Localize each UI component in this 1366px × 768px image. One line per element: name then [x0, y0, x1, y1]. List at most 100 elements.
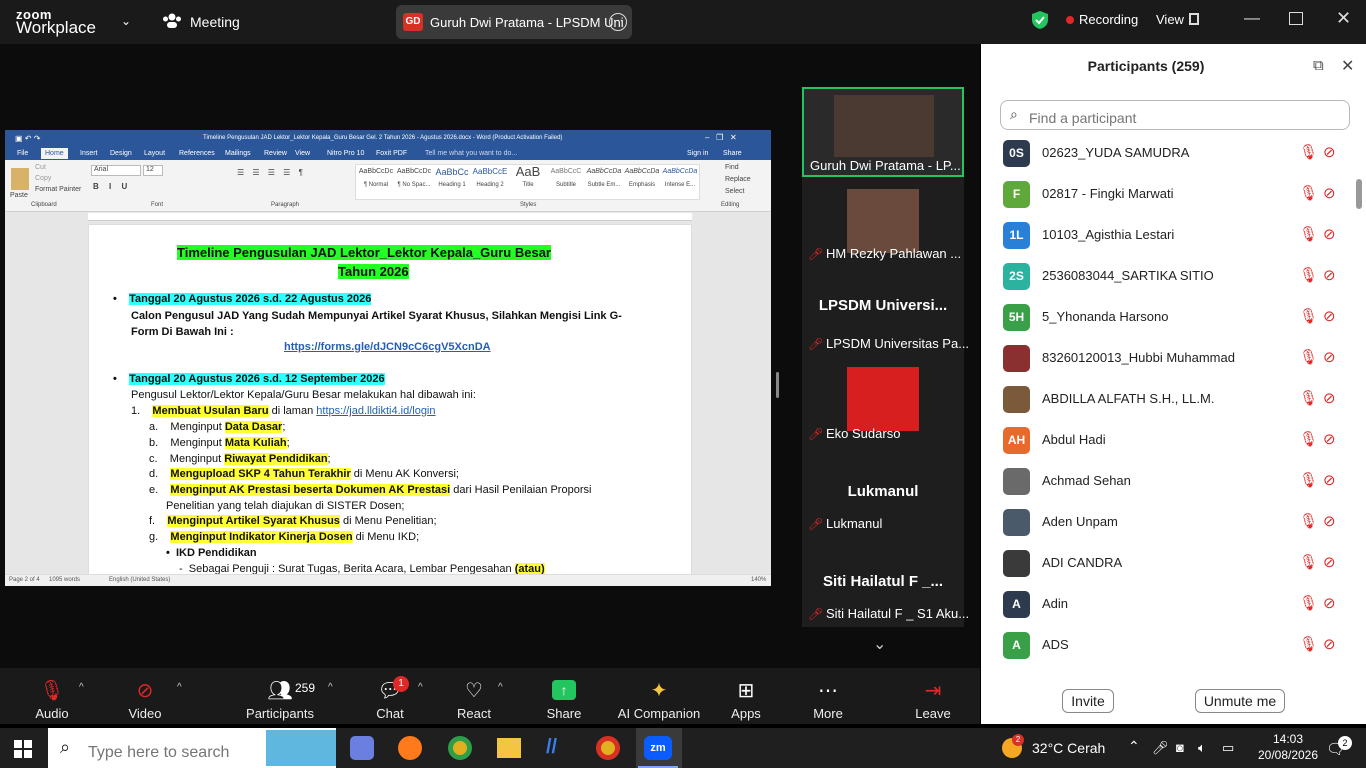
weather-label[interactable]: 32°C Cerah	[1032, 740, 1105, 756]
video-off-icon[interactable]: ⊘	[1323, 348, 1336, 366]
mic-muted-icon[interactable]: 🎙︎	[1299, 266, 1318, 284]
react-options-caret-icon[interactable]: ^	[498, 682, 503, 693]
tray-chevron-icon[interactable]: ⌃	[1128, 738, 1140, 755]
chevron-down-icon[interactable]: ⌄	[121, 14, 131, 28]
audio-options-caret-icon[interactable]: ^	[79, 682, 84, 693]
zoom-workplace-label[interactable]: Workplace	[16, 18, 96, 38]
audio-button[interactable]: 🎙︎ Audio	[12, 668, 92, 724]
file-explorer-icon[interactable]	[497, 738, 521, 758]
video-off-icon[interactable]: ⊘	[1323, 143, 1336, 161]
word-copy: Copy	[35, 175, 52, 182]
close-panel-icon[interactable]: ✕	[1341, 56, 1354, 76]
participant-row[interactable]: Achmad Sehan 🎙︎ ⊘	[981, 460, 1366, 501]
copilot-icon[interactable]	[350, 736, 374, 760]
participant-row[interactable]: Aden Unpam 🎙︎ ⊘	[981, 501, 1366, 542]
mic-muted-icon[interactable]: 🎙︎	[1299, 348, 1318, 366]
video-off-icon[interactable]: ⊘	[1323, 389, 1336, 407]
clock-date[interactable]: 20/08/2026	[1254, 748, 1322, 762]
recording-label[interactable]: Recording	[1079, 12, 1138, 27]
mic-muted-icon[interactable]: 🎙︎	[1299, 471, 1318, 489]
participant-row[interactable]: 5H 5_Yhonanda Harsono 🎙︎ ⊘	[981, 296, 1366, 337]
meeting-label[interactable]: Meeting	[190, 14, 240, 30]
video-tile[interactable]: Siti Hailatul F _... 🎤︎ Siti Hailatul F …	[802, 537, 969, 627]
clock-time[interactable]: 14:03	[1258, 732, 1318, 746]
participant-row[interactable]: AH Abdul Hadi 🎙︎ ⊘	[981, 419, 1366, 460]
microphone-icon[interactable]: 🎤︎	[1152, 740, 1169, 756]
video-off-icon[interactable]: ⊘	[1323, 553, 1336, 571]
participant-row[interactable]: 0S 02623_YUDA SAMUDRA 🎙︎ ⊘	[981, 138, 1366, 173]
app-icon[interactable]: //	[546, 736, 570, 760]
popout-icon[interactable]: ⧉	[1313, 57, 1324, 74]
participants-button[interactable]: 👥︎ 259 Participants	[240, 668, 320, 724]
camera-icon[interactable]: ◙	[1176, 740, 1184, 755]
video-off-icon[interactable]: ⊘	[1323, 307, 1336, 325]
participant-row[interactable]: 2S 2536083044_SARTIKA SITIO 🎙︎ ⊘	[981, 255, 1366, 296]
video-tile[interactable]: Lukmanul 🎤︎ Lukmanul	[802, 447, 964, 537]
chrome-icon[interactable]	[448, 736, 472, 760]
video-tile[interactable]: 🎤︎ HM Rezky Pahlawan ...	[802, 177, 964, 267]
video-off-icon[interactable]: ⊘	[1323, 430, 1336, 448]
mic-muted-icon[interactable]: 🎙︎	[1299, 307, 1318, 325]
invite-button[interactable]: Invite	[1062, 689, 1114, 713]
mic-muted-icon[interactable]: 🎙︎	[1299, 553, 1318, 571]
video-tile-active-speaker[interactable]: Guruh Dwi Pratama - LP...	[802, 87, 964, 177]
participant-row[interactable]: 1L 10103_Agisthia Lestari 🎙︎ ⊘	[981, 214, 1366, 255]
video-label: Video	[128, 706, 162, 721]
chat-badge: 1	[393, 676, 409, 692]
chat-button[interactable]: 💬︎ 1 Chat	[350, 668, 430, 724]
close-icon[interactable]: ✕	[1336, 8, 1351, 29]
mic-muted-icon[interactable]: 🎙︎	[1299, 389, 1318, 407]
video-off-icon[interactable]: ⊘	[1323, 512, 1336, 530]
leave-button[interactable]: ⇥ Leave	[893, 668, 973, 724]
participant-search-input[interactable]	[1000, 100, 1350, 130]
participant-row[interactable]: ABDILLA ALFATH S.H., LL.M. 🎙︎ ⊘	[981, 378, 1366, 419]
video-off-icon[interactable]: ⊘	[1323, 471, 1336, 489]
mic-muted-icon[interactable]: 🎙︎	[1299, 430, 1318, 448]
video-off-icon[interactable]: ⊘	[1323, 184, 1336, 202]
mic-muted-icon[interactable]: 🎙︎	[1299, 635, 1318, 653]
apps-button[interactable]: ⊞ Apps	[706, 668, 786, 724]
chrome-profile-icon[interactable]	[596, 736, 620, 760]
video-tile[interactable]: 🎤︎ Eko Sudarso	[802, 357, 964, 447]
video-off-icon[interactable]: ⊘	[1323, 635, 1336, 653]
panel-splitter[interactable]	[776, 372, 779, 398]
unmute-me-button[interactable]: Unmute me	[1195, 689, 1285, 713]
more-button[interactable]: ⋯ More	[788, 668, 868, 724]
video-off-icon[interactable]: ⊘	[1323, 266, 1336, 284]
security-shield-icon[interactable]	[1031, 10, 1049, 35]
video-options-caret-icon[interactable]: ^	[177, 682, 182, 693]
share-button[interactable]: ↑ Share	[524, 668, 604, 724]
mic-muted-icon[interactable]: 🎙︎	[1299, 143, 1318, 161]
video-off-icon[interactable]: ⊘	[1323, 594, 1336, 612]
participants-options-caret-icon[interactable]: ^	[328, 682, 333, 693]
participant-row[interactable]: F 02817 - Fingki Marwati 🎙︎ ⊘	[981, 173, 1366, 214]
mic-muted-icon[interactable]: 🎙︎	[1299, 594, 1318, 612]
word-style-name: ¶ No Spac...	[397, 182, 431, 188]
more-options-icon[interactable]: ···	[609, 13, 627, 31]
chat-options-caret-icon[interactable]: ^	[418, 682, 423, 693]
mic-muted-icon[interactable]: 🎙︎	[1299, 225, 1318, 243]
network-icon[interactable]: ▭	[1222, 740, 1234, 756]
participant-row[interactable]: 83260120013_Hubbi Muhammad 🎙︎ ⊘	[981, 337, 1366, 378]
video-tile[interactable]: LPSDM Universi... 🎤︎ LPSDM Universitas P…	[802, 267, 969, 357]
firefox-icon[interactable]	[398, 736, 422, 760]
participant-row[interactable]: A ADS 🎙︎ ⊘	[981, 624, 1366, 665]
scroll-down-chevron-icon[interactable]: ⌄	[873, 634, 886, 654]
word-font-format-icons: B I U	[93, 182, 132, 191]
video-off-icon[interactable]: ⊘	[1323, 225, 1336, 243]
mic-muted-icon[interactable]: 🎙︎	[1299, 184, 1318, 202]
scrollbar-thumb[interactable]	[1356, 179, 1362, 209]
react-button[interactable]: ♡ React	[434, 668, 514, 724]
video-button[interactable]: ⊘ Video	[105, 668, 185, 724]
view-menu[interactable]: View	[1156, 12, 1184, 27]
participant-row[interactable]: A Adin 🎙︎ ⊘	[981, 583, 1366, 624]
mic-muted-icon[interactable]: 🎙︎	[1299, 512, 1318, 530]
minimize-icon[interactable]: —	[1244, 10, 1260, 28]
recording-dot-icon	[1066, 16, 1074, 24]
speaker-icon[interactable]: 🔈︎	[1198, 740, 1206, 756]
view-grid-icon[interactable]	[1189, 13, 1199, 25]
windows-start-icon[interactable]	[14, 740, 32, 758]
participant-row[interactable]: ADI CANDRA 🎙︎ ⊘	[981, 542, 1366, 583]
ai-companion-button[interactable]: ✦ AI Companion	[612, 668, 706, 724]
restore-icon[interactable]	[1289, 12, 1303, 25]
